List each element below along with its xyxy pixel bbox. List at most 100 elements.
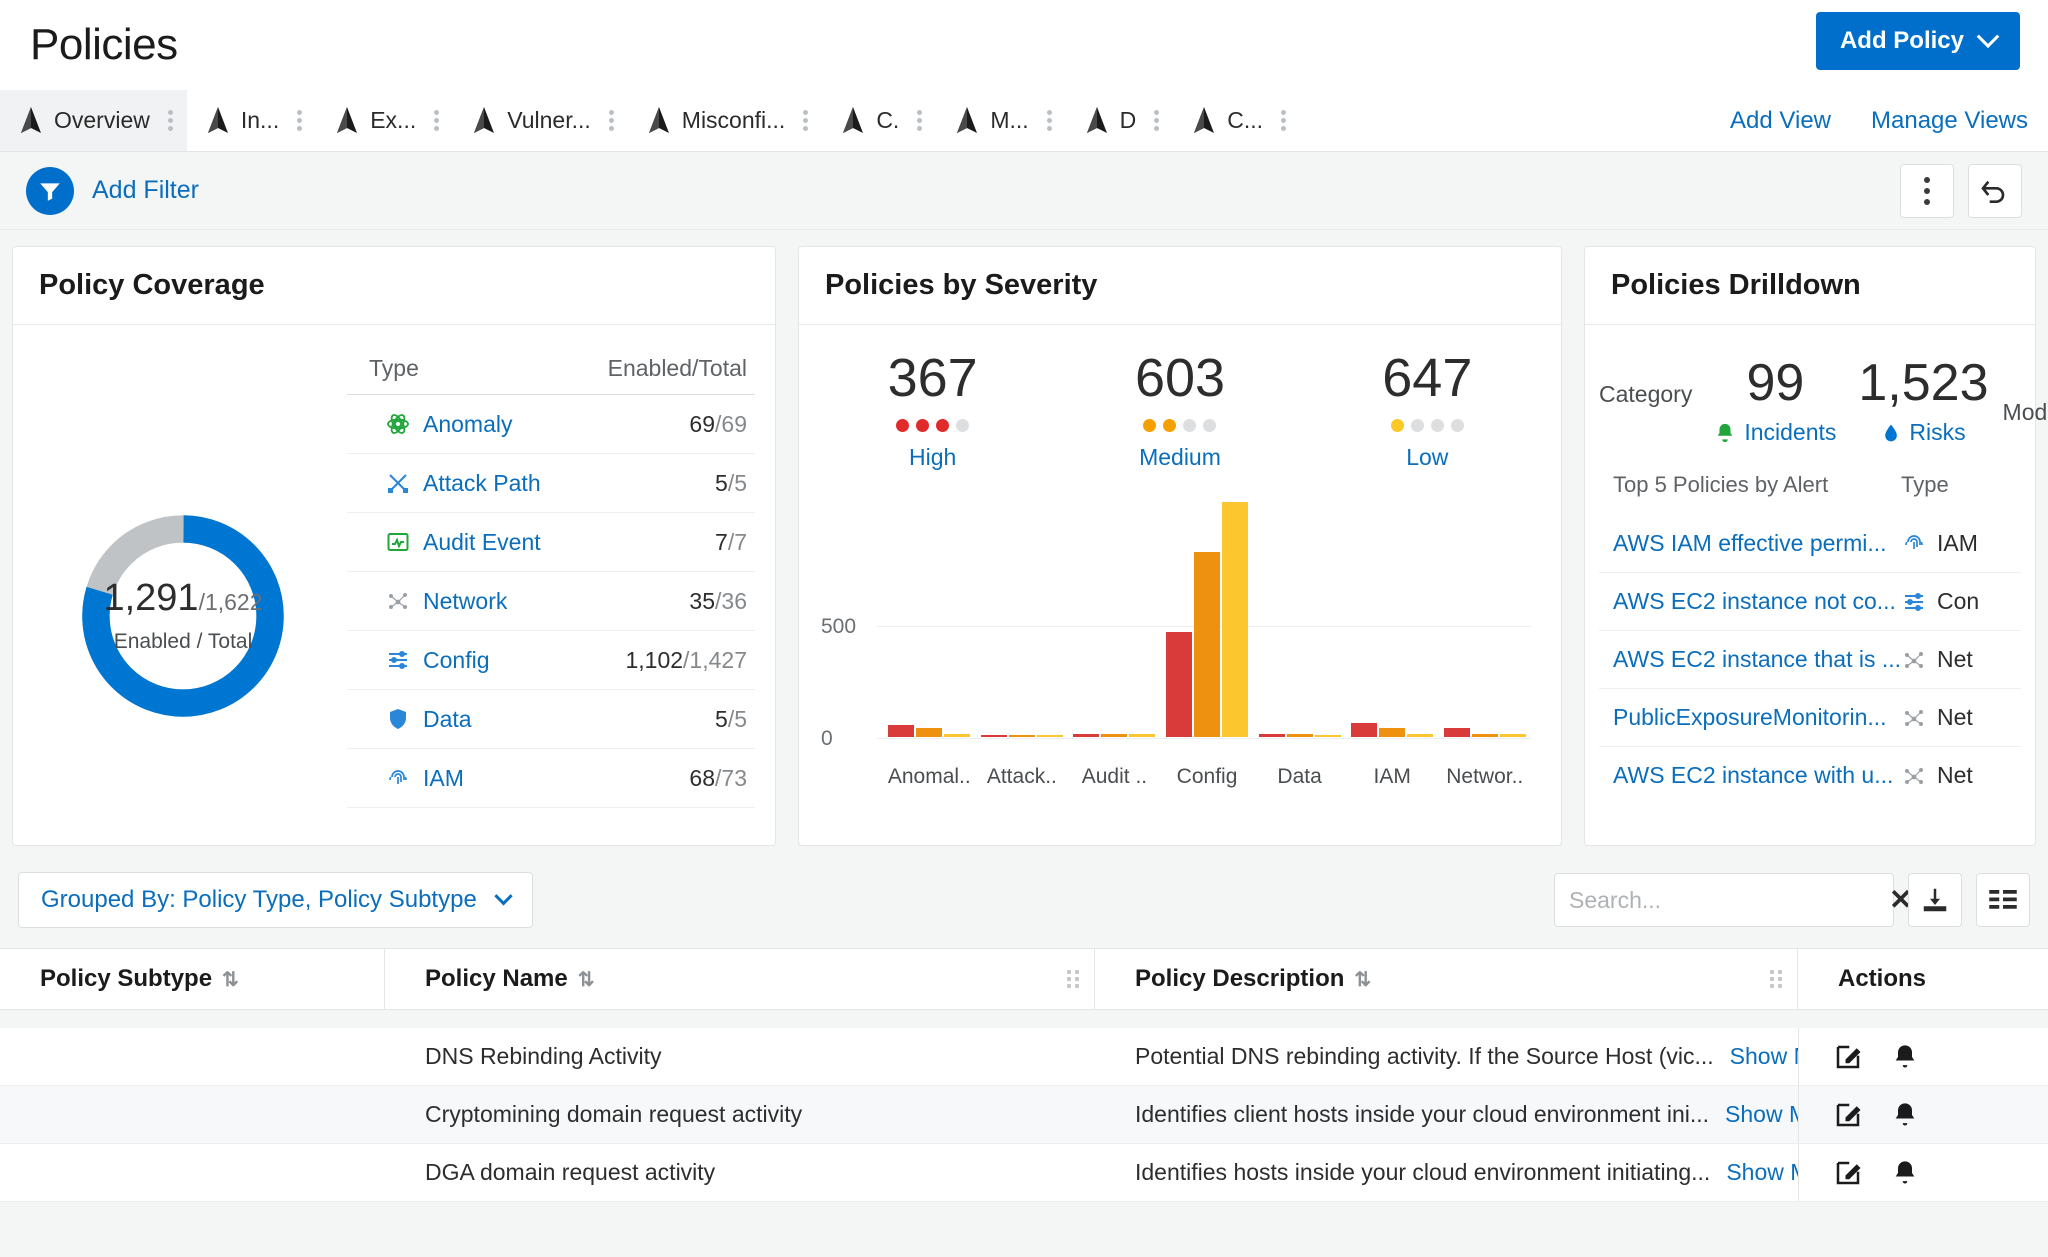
show-more-link[interactable]: Show Mor xyxy=(1725,1101,1798,1128)
alert-button[interactable] xyxy=(1891,1042,1919,1072)
coverage-row[interactable]: Data 5/5 xyxy=(347,690,755,749)
alert-button[interactable] xyxy=(1891,1158,1919,1188)
tab-menu-icon[interactable] xyxy=(608,110,614,131)
risks-link[interactable]: Risks xyxy=(1881,419,1966,446)
manage-views-link[interactable]: Manage Views xyxy=(1851,90,2048,151)
search-box[interactable]: ✕ xyxy=(1554,873,1912,927)
coverage-type-cell[interactable]: IAM xyxy=(347,765,565,792)
coverage-type-cell[interactable]: Network xyxy=(347,588,565,615)
drilldown-row[interactable]: AWS EC2 instance that is ... Net xyxy=(1599,630,2021,688)
bar-high[interactable] xyxy=(1258,734,1285,737)
coverage-row[interactable]: Config 1,102/1,427 xyxy=(347,631,755,690)
tab-d[interactable]: D xyxy=(1066,90,1174,151)
bar-medium[interactable] xyxy=(916,727,943,737)
download-button[interactable] xyxy=(1908,873,1962,927)
column-resize-handle[interactable] xyxy=(1067,970,1080,988)
bar-medium[interactable] xyxy=(1379,728,1406,737)
tab-menu-icon[interactable] xyxy=(297,110,303,131)
edit-button[interactable] xyxy=(1833,1042,1863,1072)
edit-button[interactable] xyxy=(1833,1100,1863,1130)
drilldown-policy-name[interactable]: AWS IAM effective permi... xyxy=(1613,530,1901,557)
coverage-type-cell[interactable]: Data xyxy=(347,706,565,733)
tab-menu-icon[interactable] xyxy=(167,110,173,131)
coverage-type-cell[interactable]: Attack Path xyxy=(347,470,565,497)
bar-low[interactable] xyxy=(1036,735,1063,737)
sort-icon[interactable]: ⇅ xyxy=(1354,967,1371,992)
bar-low[interactable] xyxy=(1407,734,1434,737)
bar-low[interactable] xyxy=(1129,734,1156,737)
filter-icon[interactable] xyxy=(26,166,74,215)
coverage-type-cell[interactable]: Config xyxy=(347,647,565,674)
tab-menu-icon[interactable] xyxy=(434,110,440,131)
coverage-type-cell[interactable]: Anomaly xyxy=(347,411,565,438)
table-row[interactable]: DNS Rebinding Activity Potential DNS rebi… xyxy=(0,1028,2048,1086)
column-header-policy-description[interactable]: Policy Description ⇅ xyxy=(1095,949,1798,1009)
bar-medium[interactable] xyxy=(1194,551,1221,737)
bar-high[interactable] xyxy=(980,735,1007,737)
bar-medium[interactable] xyxy=(1471,734,1498,737)
show-more-link[interactable]: Show Mor xyxy=(1730,1043,1798,1070)
drilldown-row[interactable]: AWS EC2 instance with u... Net xyxy=(1599,746,2021,804)
table-row[interactable]: DGA domain request activity Identifies ho… xyxy=(0,1144,2048,1202)
bar-high[interactable] xyxy=(1166,631,1193,737)
table-row[interactable]: Cryptomining domain request activity Iden… xyxy=(0,1086,2048,1144)
coverage-row[interactable]: Attack Path 5/5 xyxy=(347,454,755,513)
edit-button[interactable] xyxy=(1833,1158,1863,1188)
coverage-type-cell[interactable]: Audit Event xyxy=(347,529,565,556)
tab-menu-icon[interactable] xyxy=(1281,110,1287,131)
alert-button[interactable] xyxy=(1891,1100,1919,1130)
tab-c[interactable]: C... xyxy=(1173,90,1300,151)
drilldown-policy-name[interactable]: AWS EC2 instance that is ... xyxy=(1613,646,1901,673)
column-settings-button[interactable] xyxy=(1976,873,2030,927)
sort-icon[interactable]: ⇅ xyxy=(222,967,239,992)
drilldown-policy-name[interactable]: AWS EC2 instance not co... xyxy=(1613,588,1901,615)
tab-menu-icon[interactable] xyxy=(1046,110,1052,131)
add-view-link[interactable]: Add View xyxy=(1710,90,1851,151)
coverage-row[interactable]: Network 35/36 xyxy=(347,572,755,631)
severity-label[interactable]: Medium xyxy=(1139,444,1221,471)
tab-menu-icon[interactable] xyxy=(1154,110,1160,131)
drilldown-row[interactable]: PublicExposureMonitorin... Net xyxy=(1599,688,2021,746)
tab-menu-icon[interactable] xyxy=(917,110,923,131)
more-options-button[interactable] xyxy=(1900,163,1954,218)
drilldown-policy-name[interactable]: PublicExposureMonitorin... xyxy=(1613,704,1901,731)
tab-m[interactable]: M... xyxy=(936,90,1065,151)
severity-medium[interactable]: 603 Medium xyxy=(1056,347,1303,471)
column-header-policy-subtype[interactable]: Policy Subtype ⇅ xyxy=(0,949,385,1009)
add-filter-button[interactable]: Add Filter xyxy=(92,176,199,205)
bar-low[interactable] xyxy=(1314,735,1341,737)
tab-in[interactable]: In... xyxy=(187,90,316,151)
bar-medium[interactable] xyxy=(1101,733,1128,737)
drilldown-row[interactable]: AWS IAM effective permi... IAM xyxy=(1599,514,2021,572)
tab-overview[interactable]: Overview xyxy=(0,90,187,151)
add-policy-button[interactable]: Add Policy xyxy=(1815,12,2020,70)
column-header-policy-name[interactable]: Policy Name ⇅ xyxy=(385,949,1095,1009)
sort-icon[interactable]: ⇅ xyxy=(578,967,595,992)
tab-c[interactable]: C. xyxy=(822,90,936,151)
tab-ex[interactable]: Ex... xyxy=(316,90,453,151)
bar-low[interactable] xyxy=(944,734,971,737)
drilldown-stat-incidents[interactable]: 99 Incidents xyxy=(1714,353,1836,446)
bar-high[interactable] xyxy=(1443,727,1470,737)
grouped-by-select[interactable]: Grouped By: Policy Type, Policy Subtype xyxy=(18,872,533,928)
bar-low[interactable] xyxy=(1499,734,1526,737)
tab-vulner[interactable]: Vulner... xyxy=(453,90,628,151)
bar-high[interactable] xyxy=(888,724,915,737)
coverage-row[interactable]: IAM 68/73 xyxy=(347,749,755,808)
bar-low[interactable] xyxy=(1222,502,1249,737)
severity-label[interactable]: High xyxy=(909,444,956,471)
bar-high[interactable] xyxy=(1351,722,1378,737)
reset-button[interactable] xyxy=(1968,163,2022,218)
tab-menu-icon[interactable] xyxy=(803,110,809,131)
drilldown-stat-risks[interactable]: 1,523 Risks xyxy=(1858,353,1988,446)
coverage-row[interactable]: Anomaly 69/69 xyxy=(347,395,755,454)
search-input[interactable] xyxy=(1569,886,1865,914)
severity-label[interactable]: Low xyxy=(1406,444,1448,471)
bar-high[interactable] xyxy=(1073,734,1100,737)
drilldown-row[interactable]: AWS EC2 instance not co... Con xyxy=(1599,572,2021,630)
show-more-link[interactable]: Show Mor xyxy=(1726,1159,1798,1186)
incidents-link[interactable]: Incidents xyxy=(1714,419,1836,446)
severity-high[interactable]: 367 High xyxy=(809,347,1056,471)
severity-low[interactable]: 647 Low xyxy=(1304,347,1551,471)
tab-misconfi[interactable]: Misconfi... xyxy=(628,90,823,151)
